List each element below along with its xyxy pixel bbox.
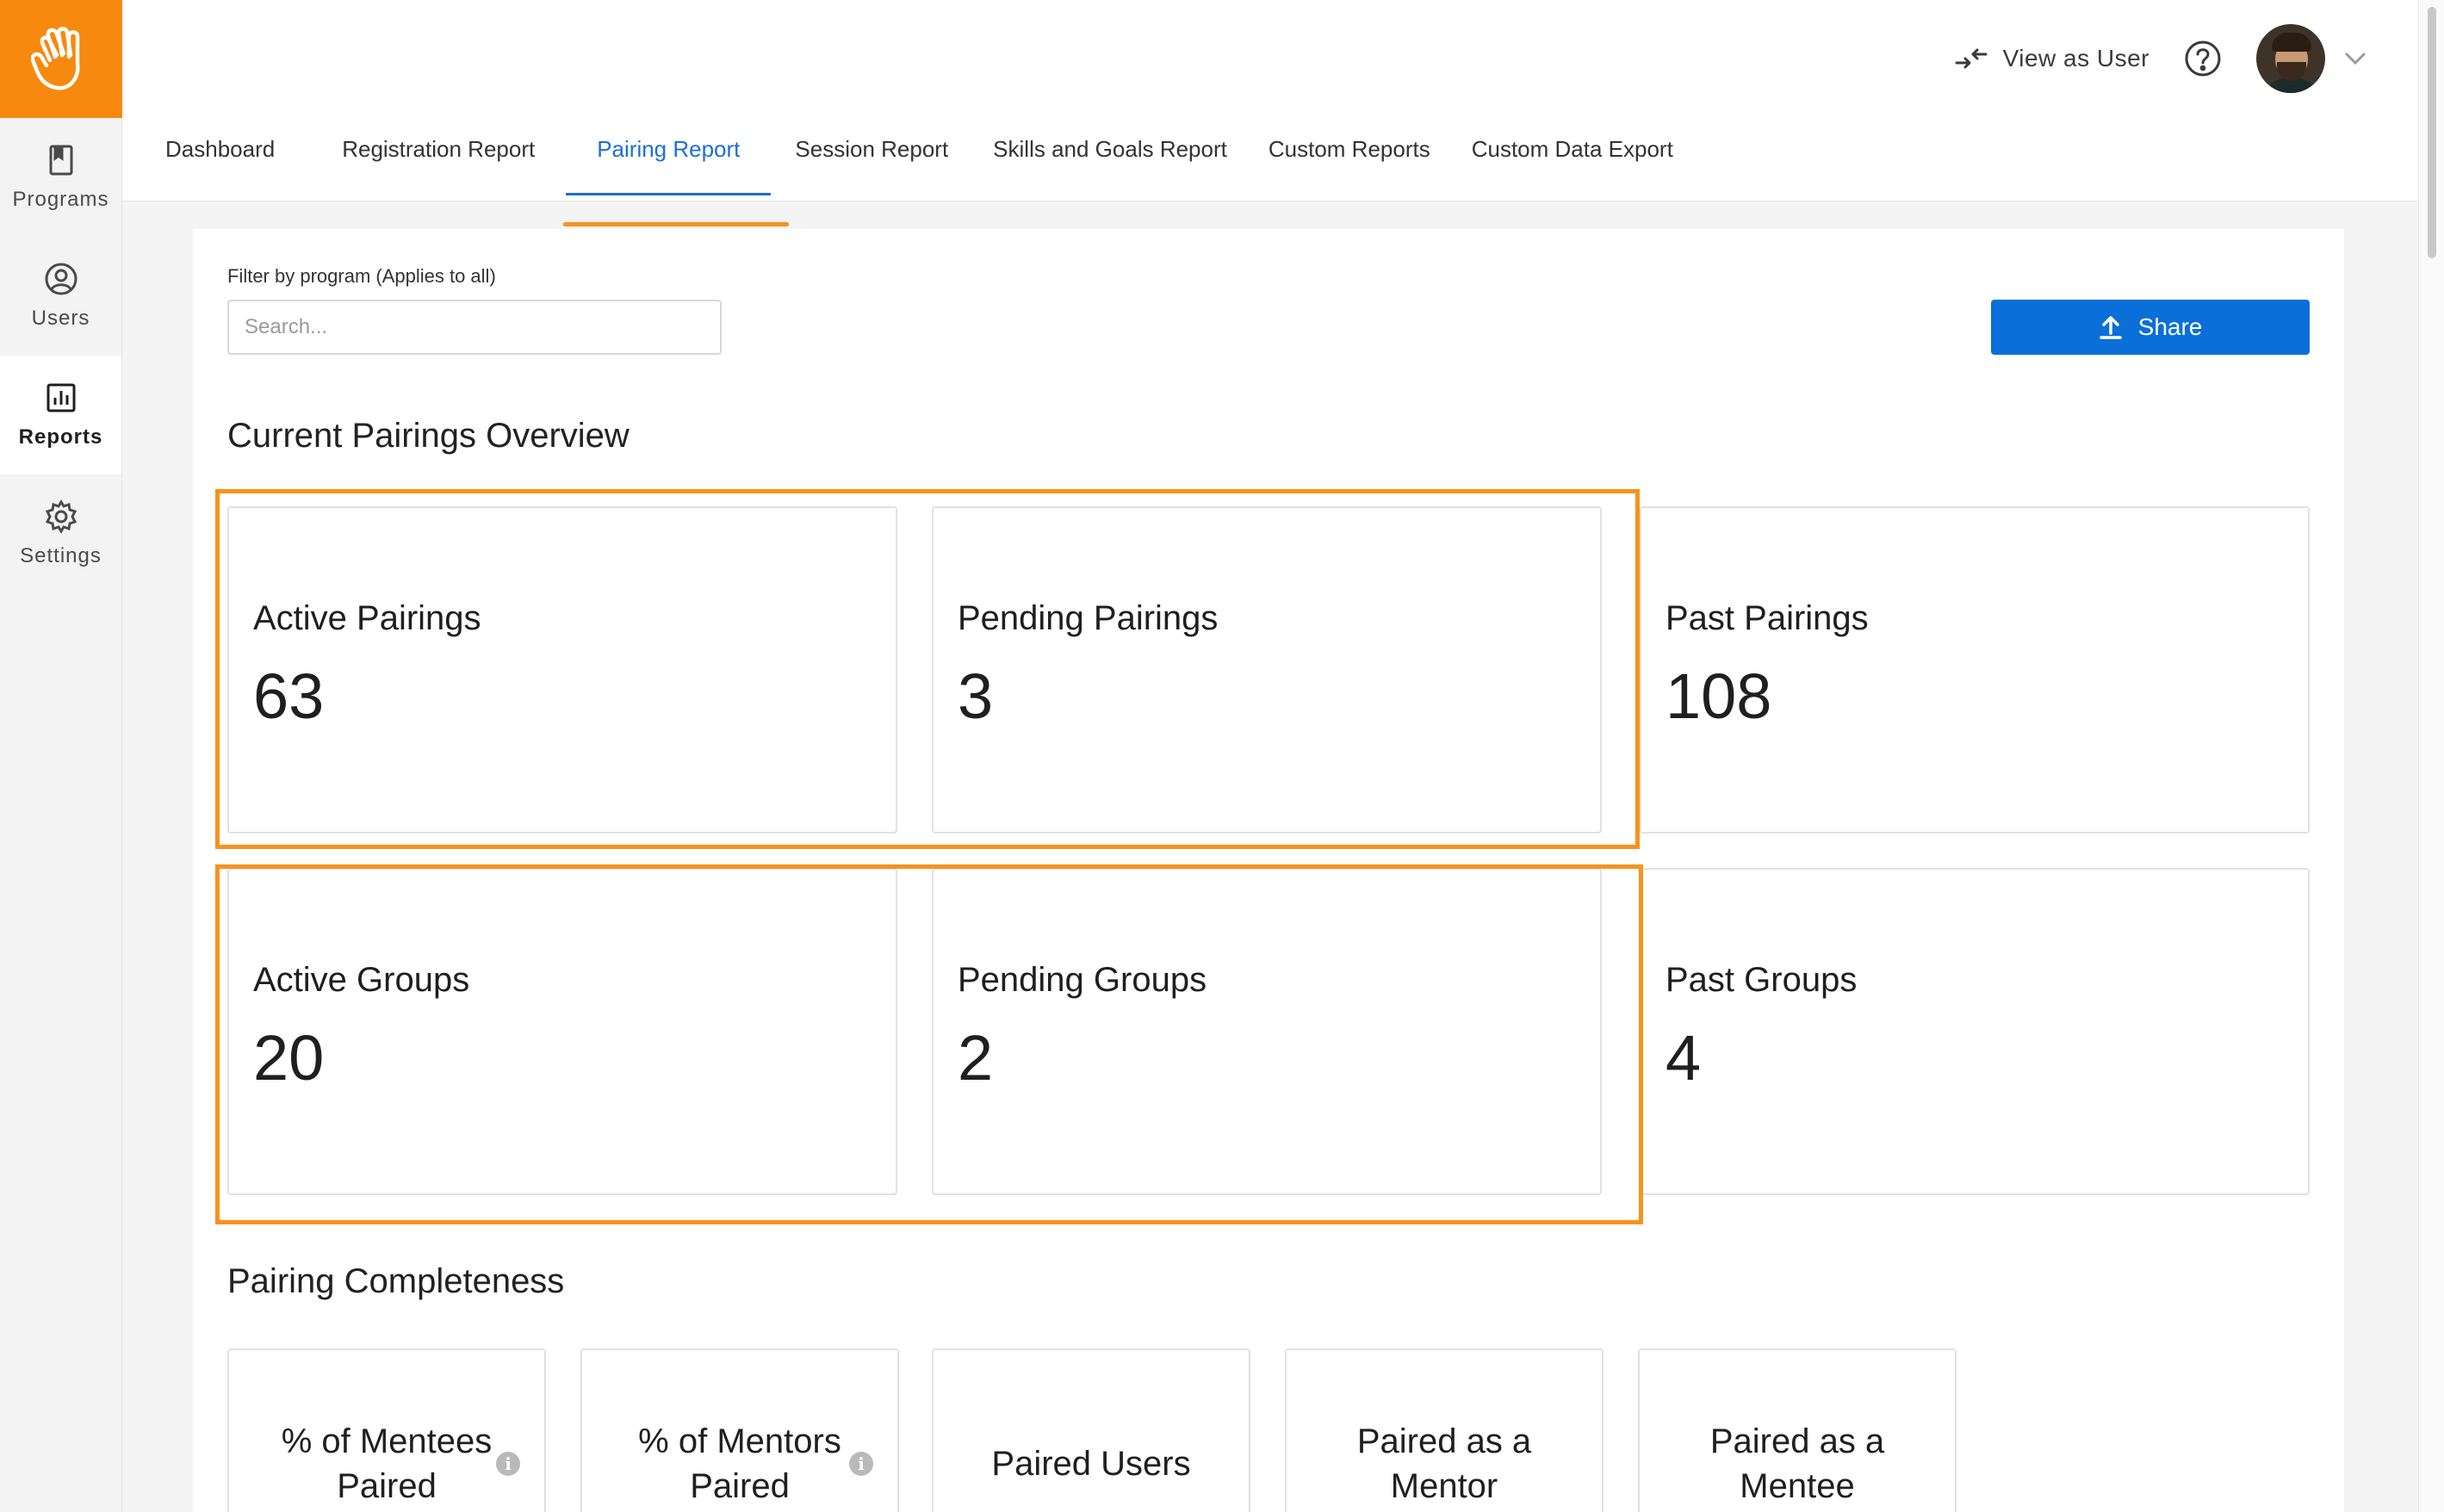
card-mentees-paired: % of Mentees Paired i	[227, 1348, 546, 1512]
gear-icon	[45, 499, 77, 534]
sidebar-item-settings[interactable]: Settings	[0, 474, 121, 593]
card-title: Paired as a Mentor	[1356, 1422, 1532, 1505]
card-paired-as-mentor: Paired as a Mentor	[1285, 1348, 1603, 1512]
help-icon[interactable]	[2184, 40, 2222, 77]
sidebar-item-label: Settings	[20, 544, 102, 567]
card-title: Paired as a Mentee	[1709, 1422, 1885, 1505]
tab-session-report[interactable]: Session Report	[795, 97, 948, 201]
report-content: Filter by program (Applies to all) Share…	[193, 229, 2344, 1512]
upload-icon	[2099, 316, 2122, 339]
completeness-title: Pairing Completeness	[227, 1262, 565, 1300]
info-icon[interactable]: i	[849, 1452, 873, 1476]
active-tab-highlight	[563, 222, 789, 226]
tab-registration-report[interactable]: Registration Report	[342, 97, 535, 201]
program-search-input[interactable]	[227, 300, 722, 355]
pairings-highlight-box	[215, 489, 1640, 849]
stat-label: Past Groups	[1666, 961, 1858, 999]
tab-custom-reports[interactable]: Custom Reports	[1269, 97, 1430, 201]
sidebar-item-label: Programs	[12, 188, 109, 211]
tab-custom-data-export[interactable]: Custom Data Export	[1472, 97, 1673, 201]
info-icon[interactable]: i	[496, 1452, 520, 1476]
user-circle-icon	[45, 263, 77, 295]
swap-arrows-icon	[1955, 48, 1988, 69]
stat-value: 4	[1666, 1022, 1702, 1094]
page-scrollbar[interactable]	[2418, 0, 2444, 1512]
stat-card-past-pairings: Past Pairings 108	[1640, 506, 2310, 833]
sidebar-item-programs[interactable]: Programs	[0, 118, 121, 237]
card-paired-users: Paired Users	[932, 1348, 1250, 1512]
sidebar-item-label: Reports	[18, 425, 103, 449]
tab-pairing-report[interactable]: Pairing Report	[566, 97, 772, 201]
filter-label: Filter by program (Applies to all)	[227, 265, 496, 287]
header-actions: View as User	[1955, 22, 2366, 95]
view-as-user-label: View as User	[2002, 45, 2149, 71]
card-paired-as-mentee: Paired as a Mentee	[1638, 1348, 1957, 1512]
sidebar-item-users[interactable]: Users	[0, 237, 121, 356]
sidebar-item-reports[interactable]: Reports	[0, 356, 121, 474]
tab-dashboard[interactable]: Dashboard	[165, 97, 275, 201]
scrollbar-thumb[interactable]	[2428, 7, 2436, 258]
card-title: Paired Users	[991, 1445, 1191, 1483]
stat-label: Past Pairings	[1666, 599, 1869, 637]
overview-title: Current Pairings Overview	[227, 417, 630, 455]
tab-skills-goals-report[interactable]: Skills and Goals Report	[993, 97, 1227, 201]
card-mentors-paired: % of Mentors Paired i	[580, 1348, 899, 1512]
hand-logo-icon	[31, 26, 80, 90]
book-icon	[49, 145, 72, 176]
report-tabs: Dashboard Registration Report Pairing Re…	[122, 97, 1673, 201]
groups-highlight-box	[215, 864, 1643, 1224]
top-header: View as User Dashboard Registration Repo…	[122, 0, 2444, 201]
bar-chart-icon	[47, 383, 75, 412]
view-as-user-button[interactable]: View as User	[1955, 45, 2149, 72]
sidebar-item-label: Users	[31, 307, 90, 330]
chevron-down-icon[interactable]	[2344, 52, 2366, 65]
share-button[interactable]: Share	[1991, 300, 2310, 355]
user-avatar[interactable]	[2256, 24, 2325, 93]
sidebar: Programs Users Reports Settings	[0, 0, 122, 1512]
stat-value: 108	[1666, 660, 1772, 732]
app-logo[interactable]	[0, 0, 122, 118]
share-button-label: Share	[2137, 313, 2203, 340]
stat-card-past-groups: Past Groups 4	[1640, 868, 2310, 1195]
